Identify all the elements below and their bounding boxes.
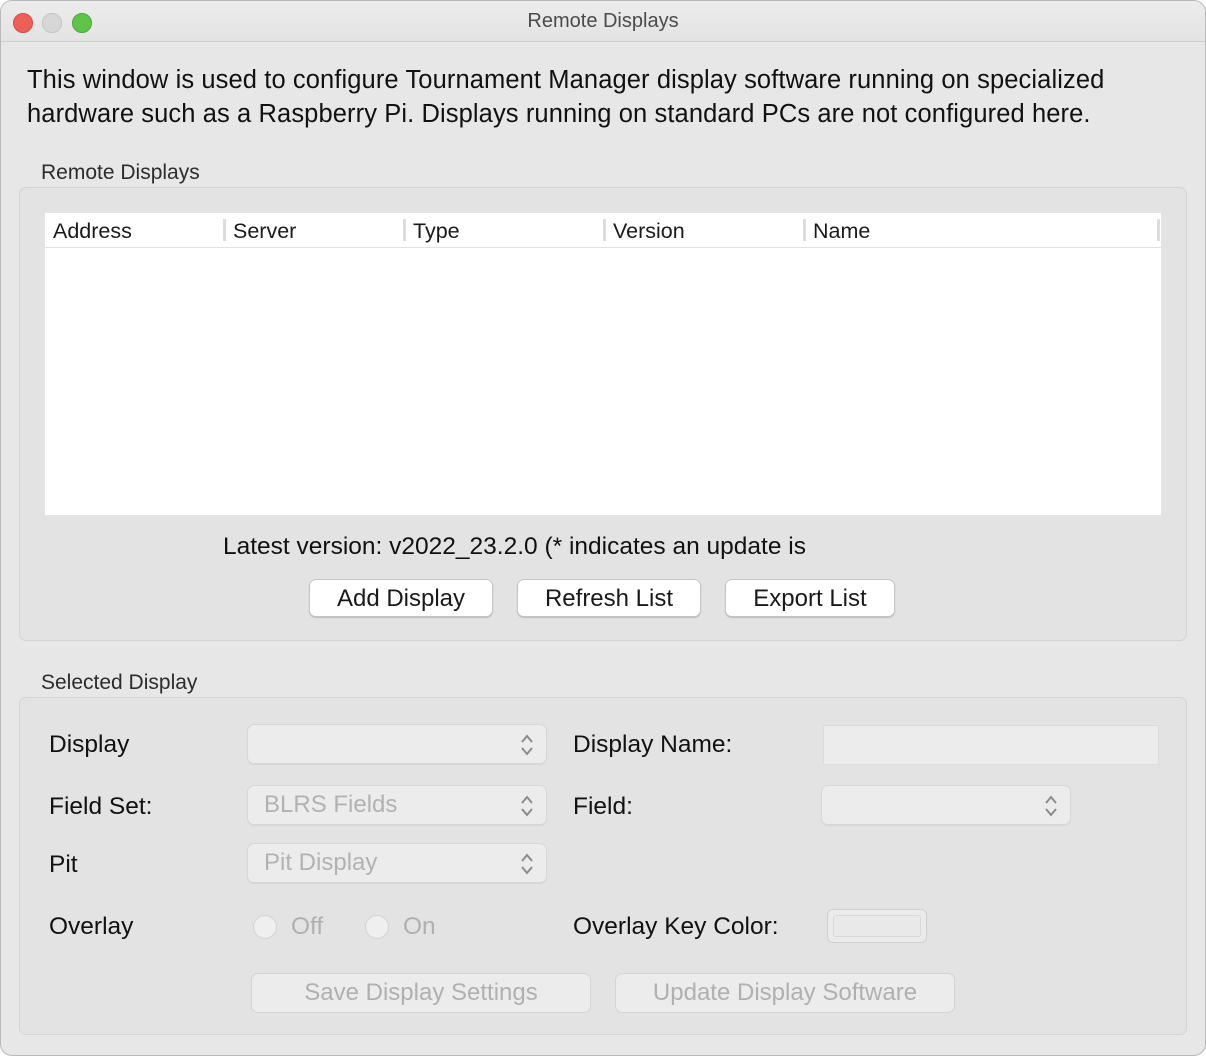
column-header-server[interactable]: Server xyxy=(233,219,296,244)
column-header-name[interactable]: Name xyxy=(813,219,870,244)
column-separator[interactable] xyxy=(1157,219,1160,241)
overlay-off-label[interactable]: Off xyxy=(291,913,323,941)
updown-chevron-icon xyxy=(521,795,533,817)
field-set-select[interactable]: BLRS Fields xyxy=(247,785,547,825)
display-name-label: Display Name: xyxy=(573,731,733,758)
remote-displays-window: Remote Displays This window is used to c… xyxy=(0,0,1206,1056)
overlay-on-label[interactable]: On xyxy=(403,913,436,941)
field-label: Field: xyxy=(573,793,633,820)
update-display-software-button[interactable]: Update Display Software xyxy=(615,973,955,1013)
table-body[interactable] xyxy=(45,248,1161,515)
save-display-settings-button[interactable]: Save Display Settings xyxy=(251,973,591,1013)
latest-version-text: Latest version: v2022_23.2.0 (* indicate… xyxy=(223,533,806,560)
updown-chevron-icon xyxy=(1045,795,1057,817)
remote-displays-group-title: Remote Displays xyxy=(41,161,200,184)
intro-text: This window is used to configure Tournam… xyxy=(27,66,1105,128)
export-list-button[interactable]: Export List xyxy=(725,579,895,617)
refresh-list-button[interactable]: Refresh List xyxy=(517,579,701,617)
title-bar: Remote Displays xyxy=(1,1,1205,42)
display-label: Display xyxy=(49,731,130,758)
column-header-address[interactable]: Address xyxy=(53,219,132,244)
overlay-label: Overlay xyxy=(49,913,134,940)
pit-label: Pit xyxy=(49,851,78,878)
updown-chevron-icon xyxy=(521,734,533,756)
overlay-key-color-well[interactable] xyxy=(827,909,927,943)
remote-displays-table[interactable]: Address Server Type Version Name xyxy=(45,213,1161,515)
column-header-version[interactable]: Version xyxy=(613,219,685,244)
selected-display-group-title: Selected Display xyxy=(41,671,198,694)
overlay-off-radio[interactable] xyxy=(253,915,277,939)
add-display-button[interactable]: Add Display xyxy=(309,579,493,617)
window-title: Remote Displays xyxy=(527,10,679,32)
pit-value: Pit Display xyxy=(264,849,378,876)
field-set-label: Field Set: xyxy=(49,793,153,820)
column-separator[interactable] xyxy=(803,219,806,241)
column-header-type[interactable]: Type xyxy=(413,219,460,244)
column-separator[interactable] xyxy=(403,219,406,241)
display-name-field[interactable] xyxy=(823,725,1159,765)
table-header: Address Server Type Version Name xyxy=(45,213,1161,248)
overlay-on-radio[interactable] xyxy=(365,915,389,939)
updown-chevron-icon xyxy=(521,853,533,875)
overlay-key-color-label: Overlay Key Color: xyxy=(573,913,779,940)
pit-select[interactable]: Pit Display xyxy=(247,843,547,883)
field-select[interactable] xyxy=(821,785,1071,825)
color-swatch xyxy=(833,915,921,937)
column-separator[interactable] xyxy=(223,219,226,241)
field-set-value: BLRS Fields xyxy=(264,791,398,818)
column-separator[interactable] xyxy=(603,219,606,241)
display-select[interactable] xyxy=(247,724,547,764)
